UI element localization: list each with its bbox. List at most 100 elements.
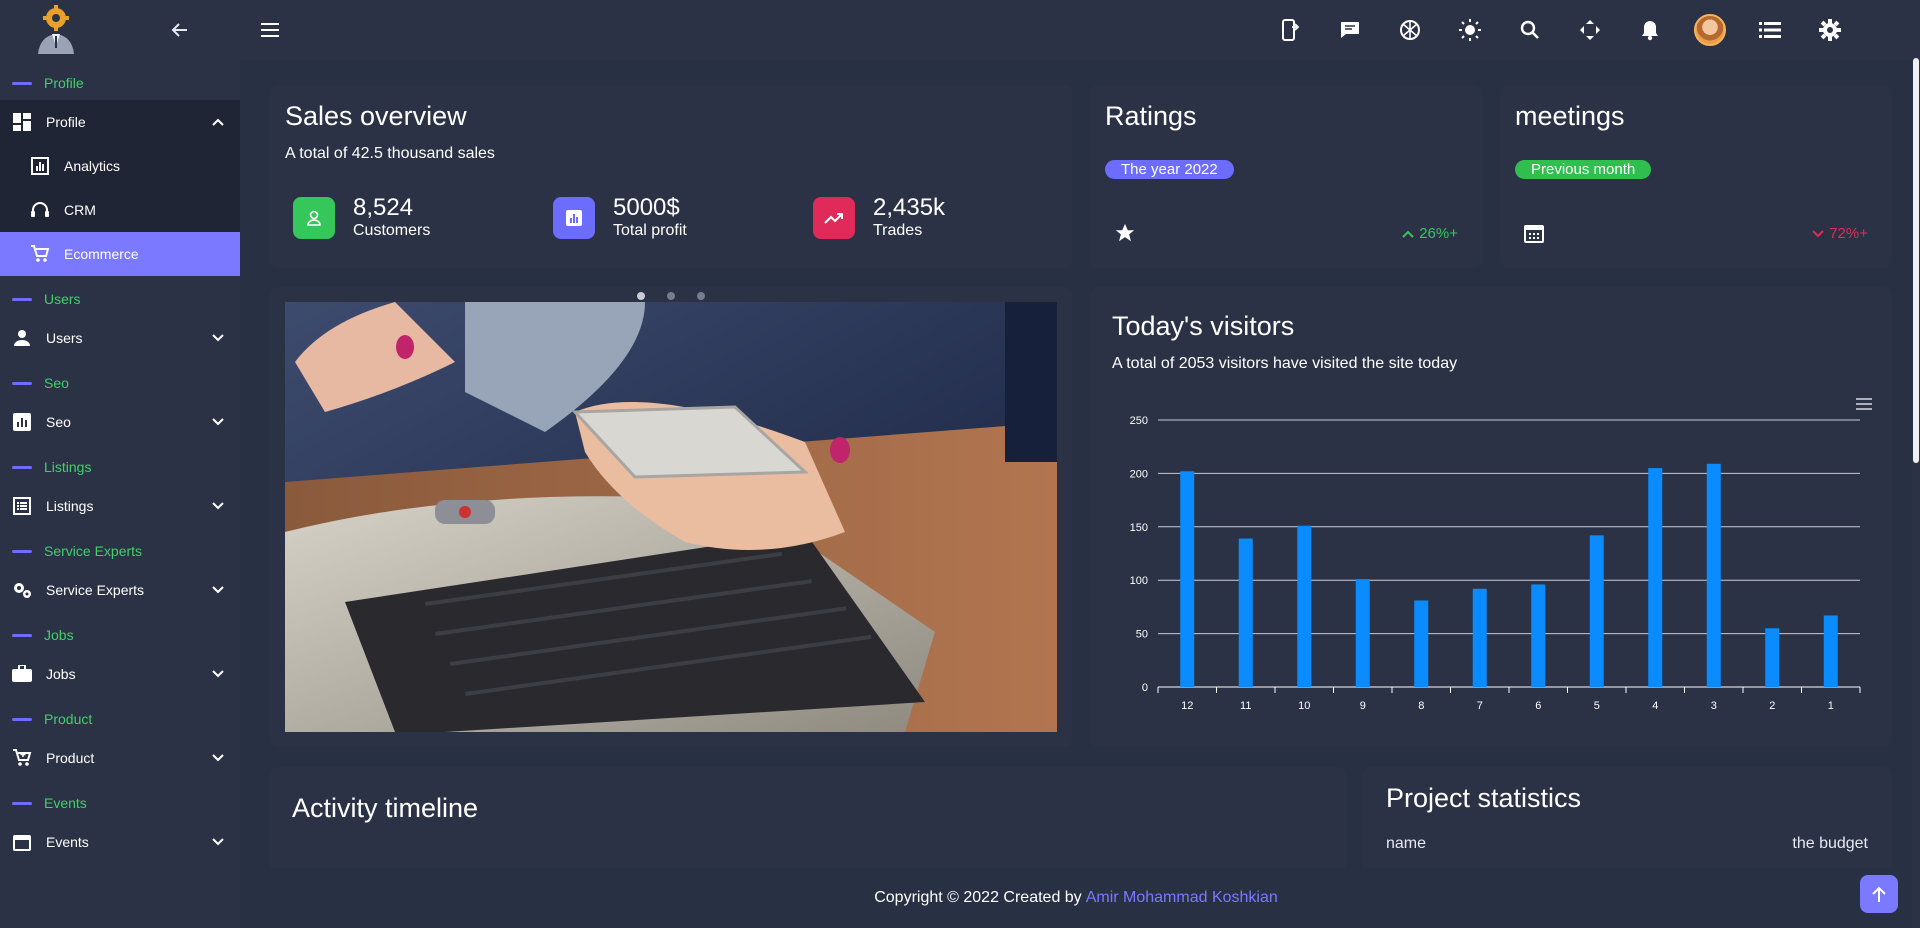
bar — [1355, 579, 1370, 687]
bar — [1180, 471, 1195, 687]
dashboard-icon — [12, 112, 32, 132]
headset-icon — [30, 200, 50, 220]
sidebar-item-label: CRM — [64, 202, 96, 218]
sidebar-item-service-experts[interactable]: Service Experts — [0, 568, 240, 612]
sidebar-item-events[interactable]: Events — [0, 820, 240, 864]
x-tick-label: 10 — [1298, 700, 1310, 712]
section-label: Jobs — [44, 627, 74, 643]
carousel-dot[interactable] — [697, 292, 705, 300]
carousel-dot[interactable] — [667, 292, 675, 300]
language-icon[interactable] — [1380, 0, 1440, 60]
page-scrollbar[interactable] — [1912, 0, 1920, 928]
x-tick-label: 12 — [1181, 700, 1193, 712]
search-icon[interactable] — [1500, 0, 1560, 60]
chevron-up-icon — [1402, 230, 1414, 238]
section-events: Events — [0, 786, 240, 820]
bar — [1297, 525, 1312, 687]
section-label: Seo — [44, 375, 69, 391]
sidebar-item-product[interactable]: Product — [0, 736, 240, 780]
y-tick-label: 0 — [1142, 682, 1148, 694]
sidebar-item-analytics[interactable]: Analytics — [0, 144, 240, 188]
chevron-down-icon — [210, 582, 226, 598]
sidebar-item-jobs[interactable]: Jobs — [0, 652, 240, 696]
briefcase-icon — [12, 664, 32, 684]
sidebar-item-users[interactable]: Users — [0, 316, 240, 360]
sidebar-item-label: Users — [46, 330, 83, 346]
period-badge: The year 2022 — [1105, 160, 1234, 179]
sidebar-item-seo[interactable]: Seo — [0, 400, 240, 444]
section-users: Users — [0, 282, 240, 316]
sidebar-item-label: Analytics — [64, 158, 121, 174]
card-title: Project statistics — [1386, 783, 1582, 813]
collapse-sidebar-icon[interactable] — [168, 18, 192, 42]
bar — [1648, 468, 1663, 687]
y-tick-label: 250 — [1130, 415, 1148, 427]
scrollbar-thumb[interactable] — [1913, 58, 1919, 463]
user-icon — [12, 328, 32, 348]
section-service-experts: Service Experts — [0, 534, 240, 568]
section-label: Service Experts — [44, 543, 143, 559]
stat-label: Total profit — [613, 222, 687, 239]
topbar — [240, 0, 1920, 60]
settings-icon[interactable] — [1800, 0, 1860, 60]
change-value: 72%+ — [1829, 225, 1868, 242]
star-icon — [1114, 222, 1136, 249]
mobile-icon[interactable] — [1260, 0, 1320, 60]
sidebar-item-label: Product — [46, 750, 95, 766]
x-tick-label: 3 — [1711, 700, 1717, 712]
sidebar-item-label: Jobs — [46, 666, 76, 682]
fullscreen-icon[interactable] — [1560, 0, 1620, 60]
sidebar-item-crm[interactable]: CRM — [0, 188, 240, 232]
x-tick-label: 5 — [1594, 700, 1600, 712]
sidebar-item-listings[interactable]: Listings — [0, 484, 240, 528]
chevron-down-icon — [210, 498, 226, 514]
gears-icon — [12, 580, 32, 600]
stat-customers: 8,524 Customers — [293, 195, 430, 241]
chevron-up-icon — [210, 114, 226, 130]
menu-icon[interactable] — [258, 18, 282, 42]
chart-icon — [12, 412, 32, 432]
bar — [1472, 588, 1487, 687]
scroll-to-top-button[interactable] — [1860, 875, 1898, 913]
ratings-card: Ratings The year 2022 26%+ — [1090, 85, 1482, 268]
stat-trades: 2,435k Trades — [813, 195, 945, 241]
sidebar-item-ecommerce[interactable]: Ecommerce — [0, 232, 240, 276]
section-seo: Seo — [0, 366, 240, 400]
change-indicator: 26%+ — [1402, 225, 1458, 242]
image-carousel-card — [270, 287, 1072, 747]
sidebar-item-profile[interactable]: Profile — [0, 100, 240, 144]
y-tick-label: 200 — [1130, 468, 1148, 480]
x-tick-label: 2 — [1769, 700, 1775, 712]
sidebar: Profile Profile Analytics CRM Ecommerce … — [0, 0, 240, 928]
bar-chart: 0 50 100 150 200 250 12 11 10 9 8 7 6 5 4 3 2 1 — [1130, 415, 1861, 712]
topbar-actions — [1260, 0, 1860, 60]
bar — [1765, 628, 1780, 687]
chevron-down-icon — [210, 666, 226, 682]
author-link[interactable]: Amir Mohammad Koshkian — [1086, 889, 1278, 907]
cart-plus-icon — [12, 748, 32, 768]
chevron-down-icon — [210, 750, 226, 766]
sales-overview-card: Sales overview A total of 42.5 thousand … — [270, 85, 1072, 268]
carousel-dot-active[interactable] — [637, 292, 645, 300]
chevron-down-icon — [210, 330, 226, 346]
theme-icon[interactable] — [1440, 0, 1500, 60]
sidebar-item-label: Events — [46, 834, 89, 850]
x-tick-label: 8 — [1418, 700, 1424, 712]
y-tick-label: 100 — [1130, 575, 1148, 587]
chat-icon[interactable] — [1320, 0, 1380, 60]
section-label: Events — [44, 795, 87, 811]
calendar-icon — [1524, 223, 1544, 248]
section-jobs: Jobs — [0, 618, 240, 652]
section-product: Product — [0, 702, 240, 736]
column-header-name: name — [1386, 835, 1427, 852]
chevron-down-icon — [1812, 229, 1824, 237]
list-icon[interactable] — [1740, 0, 1800, 60]
bar — [1823, 615, 1838, 687]
bar — [1238, 538, 1253, 687]
card-title: meetings — [1515, 101, 1625, 131]
avatar[interactable] — [1680, 0, 1740, 60]
bell-icon[interactable] — [1620, 0, 1680, 60]
carousel-image[interactable] — [285, 302, 1057, 732]
bar — [1589, 535, 1604, 687]
y-tick-label: 50 — [1136, 629, 1148, 641]
